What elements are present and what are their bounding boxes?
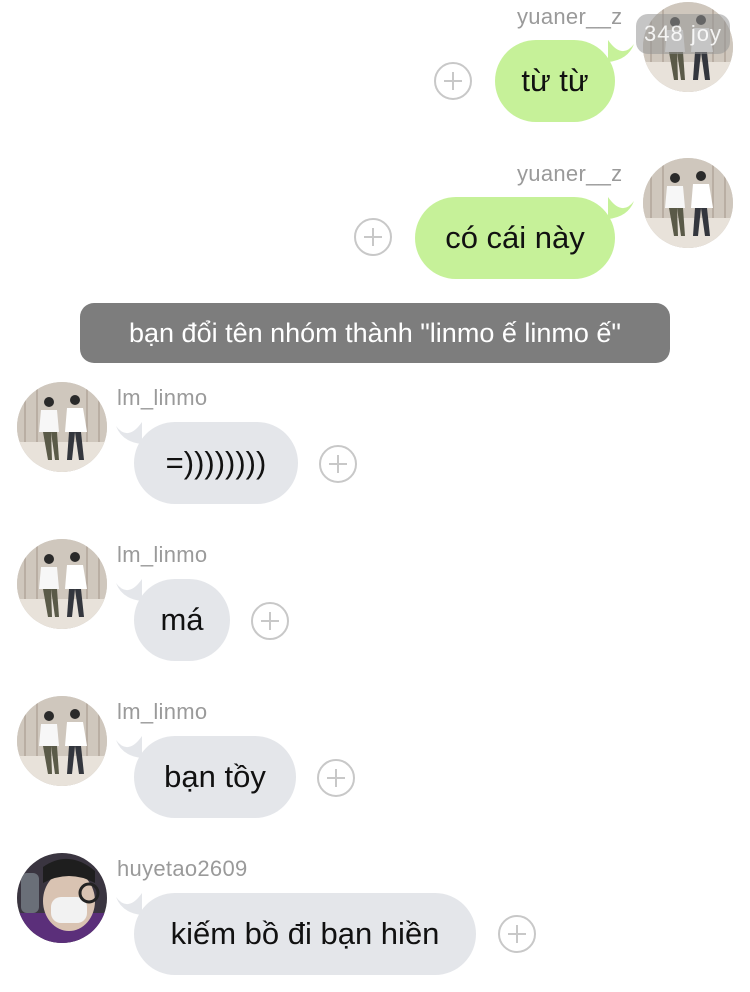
bubble-tail bbox=[608, 40, 634, 62]
avatar-two-people-icon bbox=[17, 382, 107, 472]
message-bubble[interactable]: kiếm bồ đi bạn hiền bbox=[134, 893, 476, 975]
sender-name: lm_linmo bbox=[117, 542, 208, 567]
chat-thread: yuaner__z 348 joy từ từ yuaner__z có cái… bbox=[0, 0, 750, 992]
avatar[interactable] bbox=[643, 158, 733, 248]
system-notice: bạn đổi tên nhóm thành "linmo ế linmo ế" bbox=[80, 303, 670, 363]
avatar-selfie-icon bbox=[17, 853, 107, 943]
message-bubble[interactable]: bạn tồy bbox=[134, 736, 296, 818]
avatar[interactable] bbox=[17, 539, 107, 629]
message-bubble[interactable]: =)))))))) bbox=[134, 422, 298, 504]
add-circle-icon[interactable] bbox=[434, 62, 472, 100]
message-bubble[interactable]: có cái này bbox=[415, 197, 615, 279]
add-circle-icon[interactable] bbox=[317, 759, 355, 797]
sender-name: huyetao2609 bbox=[117, 856, 248, 881]
avatar-two-people-icon bbox=[17, 539, 107, 629]
viewers-badge: 348 joy bbox=[636, 14, 730, 54]
avatar[interactable] bbox=[17, 696, 107, 786]
bubble-tail bbox=[116, 422, 142, 444]
bubble-tail bbox=[116, 579, 142, 601]
sender-name: lm_linmo bbox=[117, 385, 208, 410]
bubble-tail bbox=[116, 893, 142, 915]
avatar[interactable] bbox=[17, 382, 107, 472]
bubble-tail bbox=[608, 197, 634, 219]
avatar-two-people-icon bbox=[643, 158, 733, 248]
avatar[interactable] bbox=[17, 853, 107, 943]
avatar-two-people-icon bbox=[17, 696, 107, 786]
add-circle-icon[interactable] bbox=[498, 915, 536, 953]
message-bubble[interactable]: má bbox=[134, 579, 230, 661]
sender-name: yuaner__z bbox=[517, 4, 623, 29]
add-circle-icon[interactable] bbox=[319, 445, 357, 483]
add-circle-icon[interactable] bbox=[251, 602, 289, 640]
sender-name: yuaner__z bbox=[517, 161, 623, 186]
message-bubble[interactable]: từ từ bbox=[495, 40, 615, 122]
bubble-tail bbox=[116, 736, 142, 758]
sender-name: lm_linmo bbox=[117, 699, 208, 724]
add-circle-icon[interactable] bbox=[354, 218, 392, 256]
